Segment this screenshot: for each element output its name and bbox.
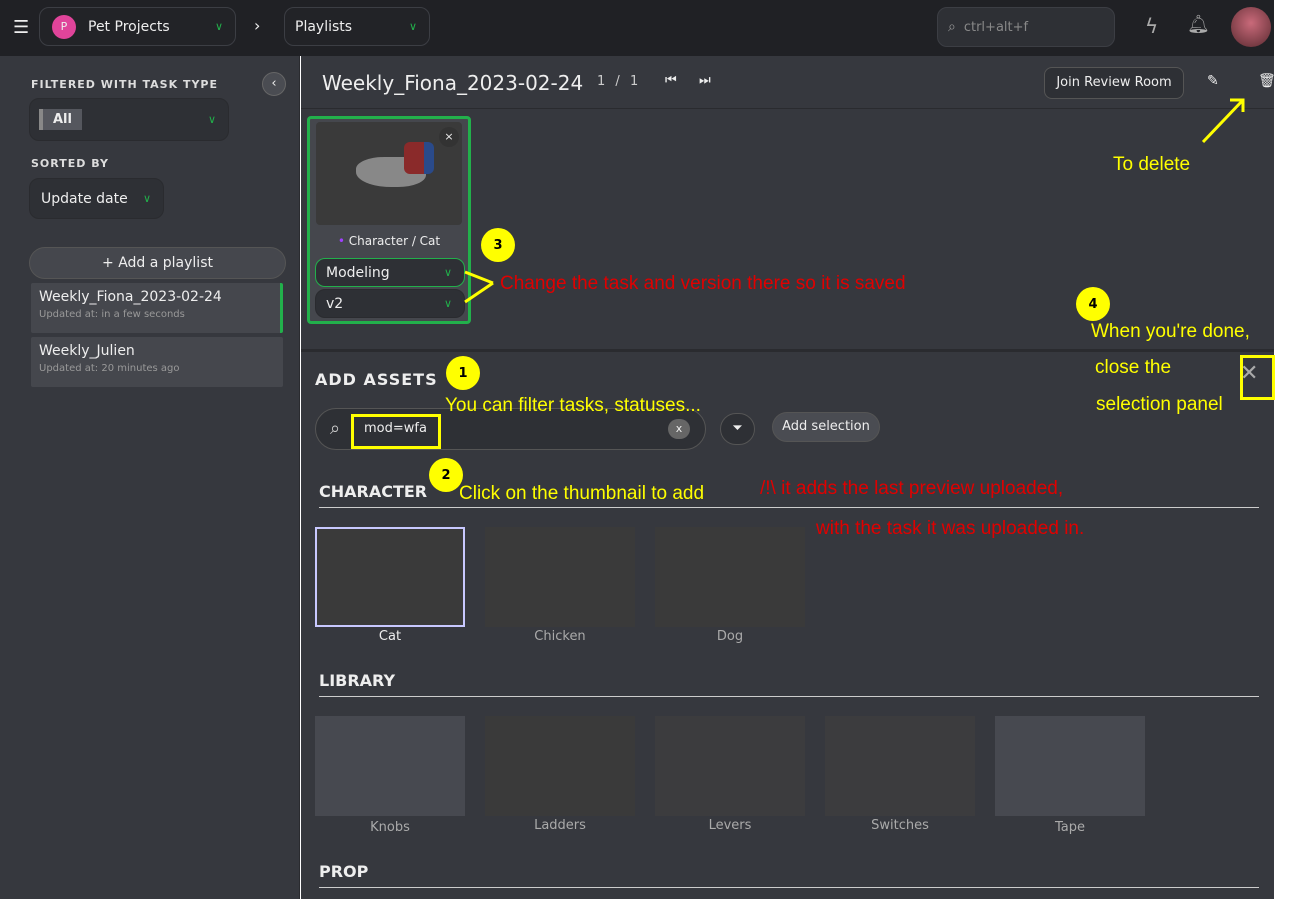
- annotation-number: 3: [481, 228, 515, 262]
- annotation-highlight: [1240, 355, 1275, 400]
- annotation-number: 1: [446, 356, 480, 390]
- annotation-done: selection panel: [1096, 394, 1223, 415]
- annotation-warning: /!\ it adds the last preview uploaded,: [760, 478, 1064, 499]
- annotation-arrows: [464, 98, 1245, 304]
- annotation-number: 4: [1076, 287, 1110, 321]
- annotation-highlight: [351, 414, 441, 449]
- annotation-delete: To delete: [1113, 154, 1191, 175]
- annotation-warning: with the task it was uploaded in.: [816, 518, 1085, 539]
- annotation-change: Change the task and version there so it …: [500, 273, 906, 294]
- annotation-done: close the: [1095, 357, 1172, 378]
- annotation-filter: You can filter tasks, statuses...: [445, 395, 701, 416]
- annotation-done: When you're done,: [1091, 321, 1250, 342]
- annotation-number: 2: [429, 458, 463, 492]
- annotation-click: Click on the thumbnail to add: [459, 483, 705, 504]
